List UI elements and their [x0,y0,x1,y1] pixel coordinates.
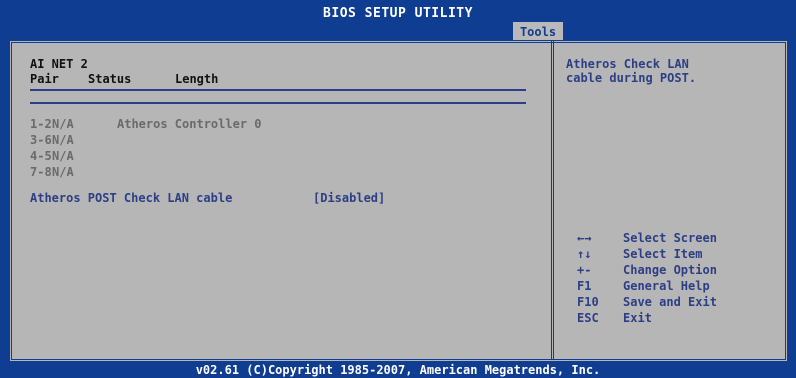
up-down-arrows-icon: ↑↓ [577,247,592,261]
pair-label: 7-8 [30,165,52,179]
key-row-change-option: +- Change Option [577,262,717,278]
pair-label: 3-6 [30,133,52,147]
section-title: AI NET 2 [30,57,88,71]
tab-tools[interactable]: Tools [513,22,563,42]
key-desc: Select Screen [623,231,717,245]
bios-title: BIOS SETUP UTILITY [323,6,473,21]
pair-status: N/A [52,149,74,163]
key-desc: Exit [623,311,652,325]
key-row-exit: ESC Exit [577,310,717,326]
key-row-general-help: F1 General Help [577,278,717,294]
pair-status: N/A [52,117,74,131]
copyright-footer: v02.61 (C)Copyright 1985-2007, American … [195,363,601,377]
column-length: Length [175,72,219,86]
help-text-line-1: Atheros Check LAN [566,57,689,71]
key-label: F1 [577,279,592,293]
pair-label: 4-5 [30,149,52,163]
key-legend: ←→ Select Screen ↑↓ Select Item +- Chang… [577,230,717,326]
key-label: F10 [577,295,599,309]
key-row-select-screen: ←→ Select Screen [577,230,717,246]
pair-status: N/A [52,165,74,179]
setting-value[interactable]: [Disabled] [313,191,385,205]
pair-status: N/A [52,133,74,147]
column-status: Status [88,72,132,86]
controller-name: Atheros Controller 0 [117,117,262,131]
key-desc: Save and Exit [623,295,717,309]
column-pair: Pair [30,72,59,86]
key-label: +- [577,263,592,277]
header-rule-bottom [30,102,526,104]
panel-divider [551,41,554,359]
key-row-save-exit: F10 Save and Exit [577,294,717,310]
header-rule-top [30,89,526,91]
help-text-line-2: cable during POST. [566,71,697,85]
main-panel: AI NET 2 Pair Status Length 1-2 N/A Athe… [9,40,788,362]
key-desc: Change Option [623,263,717,277]
left-right-arrows-icon: ←→ [577,231,592,245]
pair-label: 1-2 [30,117,52,131]
key-desc: Select Item [623,247,703,261]
key-desc: General Help [623,279,710,293]
key-row-select-item: ↑↓ Select Item [577,246,717,262]
key-label: ESC [577,311,599,325]
setting-label[interactable]: Atheros POST Check LAN cable [30,191,232,205]
